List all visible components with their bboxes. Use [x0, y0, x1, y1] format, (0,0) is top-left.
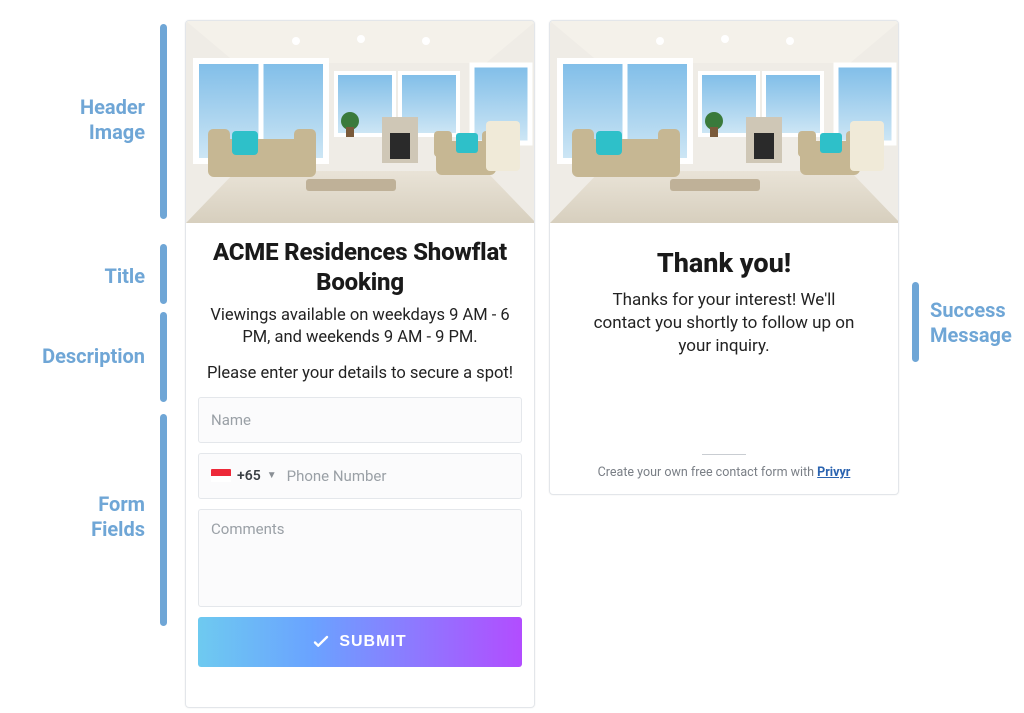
footer-line: Create your own free contact form with P… — [550, 455, 898, 494]
form-title: ACME Residences Showflat Booking — [204, 237, 516, 297]
chevron-down-icon: ▼ — [267, 470, 277, 481]
country-code-selector[interactable]: +65 ▼ — [211, 468, 287, 484]
name-input[interactable] — [211, 411, 509, 429]
footer-link[interactable]: Privyr — [817, 465, 850, 480]
submit-button[interactable]: SUBMIT — [198, 617, 522, 667]
header-image-success — [550, 21, 898, 223]
success-body: Thanks for your interest! We'll contact … — [568, 289, 880, 358]
annotation-success-message: SuccessMessage — [930, 298, 1024, 348]
form-card: ACME Residences Showflat Booking Viewing… — [185, 20, 535, 708]
annotation-bar-header-image — [160, 24, 167, 219]
header-image — [186, 21, 534, 223]
check-icon — [313, 634, 329, 650]
success-title: Thank you! — [568, 247, 880, 279]
annotation-title: Title — [80, 264, 145, 289]
phone-input[interactable] — [287, 467, 509, 485]
form-callout: Please enter your details to secure a sp… — [204, 364, 516, 383]
form-description: Viewings available on weekdays 9 AM - 6 … — [204, 305, 516, 350]
success-card: Thank you! Thanks for your interest! We'… — [549, 20, 899, 495]
comments-input[interactable] — [211, 520, 509, 598]
country-code: +65 — [237, 468, 261, 484]
annotation-bar-success-message — [912, 282, 919, 362]
comments-field-wrapper — [198, 509, 522, 607]
flag-icon — [211, 469, 231, 482]
annotation-header-image: HeaderImage — [50, 95, 145, 145]
annotation-description: Description — [5, 344, 145, 369]
submit-label: SUBMIT — [339, 633, 406, 651]
footer-text: Create your own free contact form with — [598, 465, 818, 480]
name-field-wrapper — [198, 397, 522, 443]
annotation-bar-form-fields — [160, 414, 167, 626]
form-fields: +65 ▼ SUBMIT — [186, 383, 534, 677]
annotation-form-fields: FormFields — [72, 492, 145, 542]
annotation-bar-description — [160, 312, 167, 402]
annotation-bar-title — [160, 244, 167, 304]
phone-field-wrapper: +65 ▼ — [198, 453, 522, 499]
